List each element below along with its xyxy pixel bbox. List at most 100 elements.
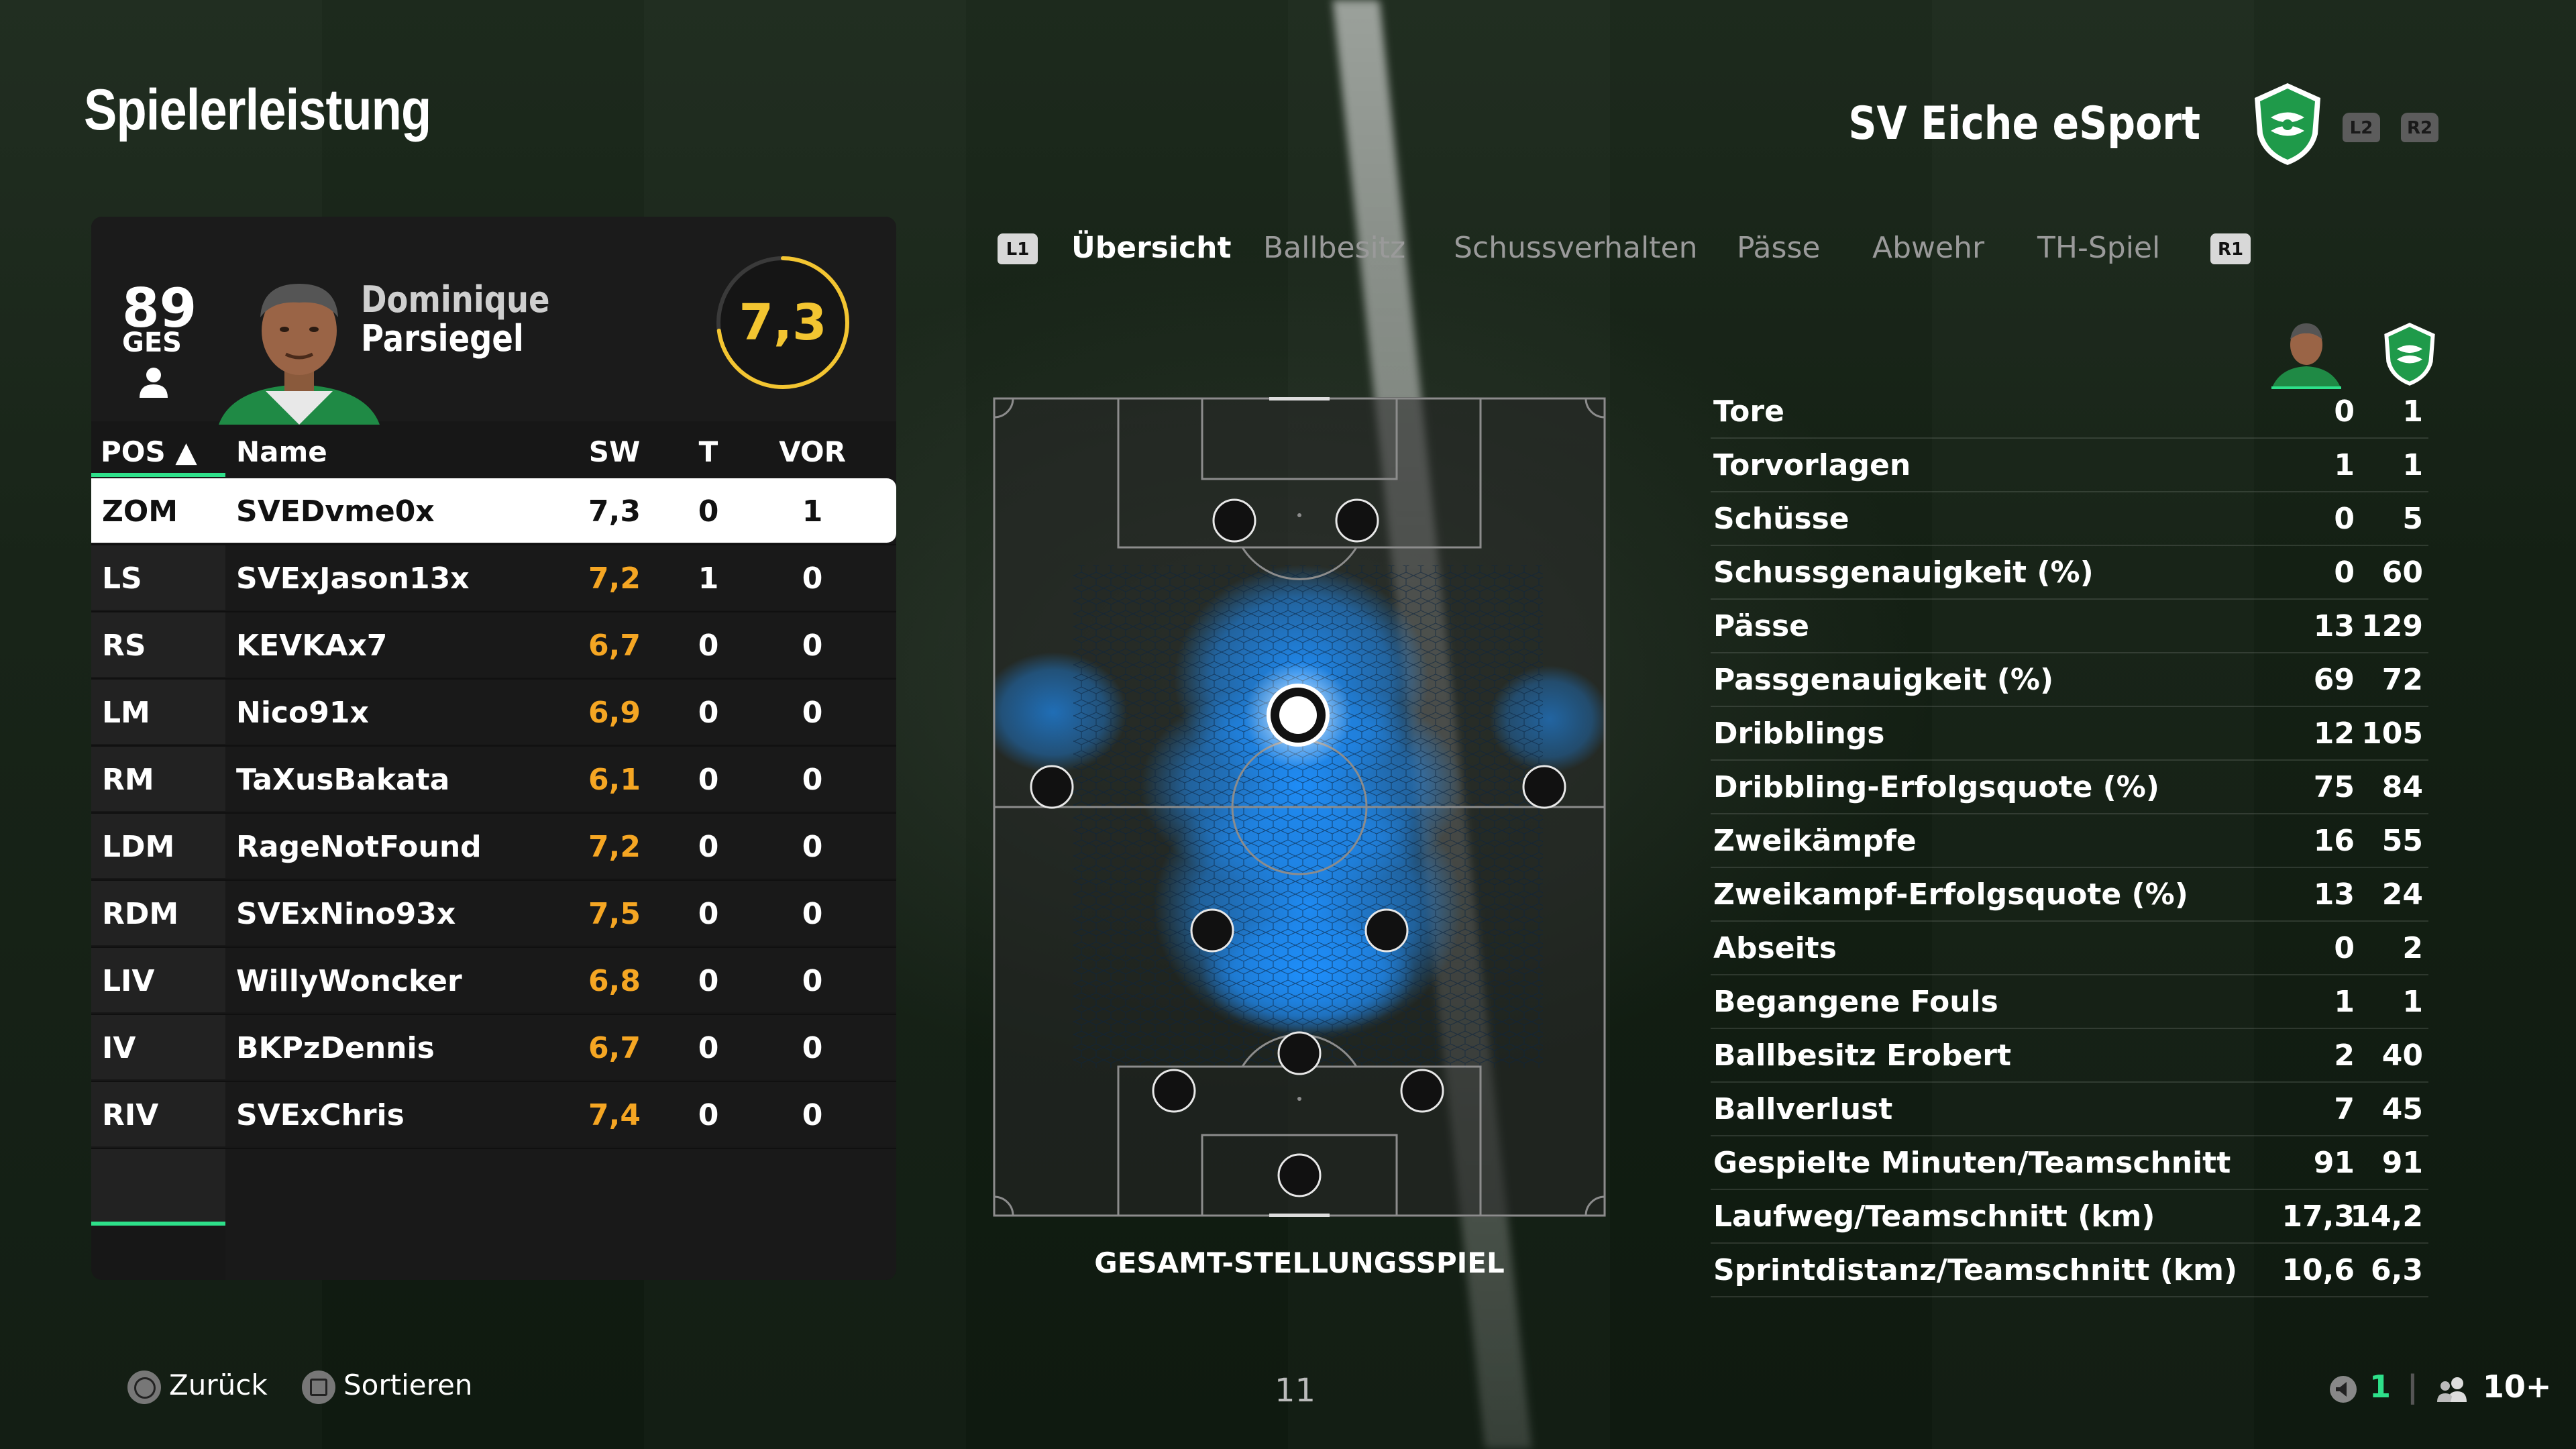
cell-name: SVExNino93x: [236, 897, 456, 931]
stat-team-value: 60: [2381, 555, 2423, 590]
back-control[interactable]: Zurück: [127, 1368, 268, 1404]
stat-row: Laufweg/Teamschnitt (km) 17,3 14,2: [1711, 1190, 2428, 1244]
position-marker: [1364, 908, 1409, 953]
stat-label: Schüsse: [1713, 502, 1849, 536]
r2-trigger-button[interactable]: R2: [2401, 113, 2438, 142]
stat-team-value: 1: [2402, 448, 2423, 482]
cell-vor: 0: [802, 1098, 823, 1132]
table-header: POS ▲ Name SW T VOR: [91, 425, 896, 477]
table-row[interactable]: RM TaXusBakata 6,1 0 0: [91, 747, 896, 814]
stat-row: Gespielte Minuten/Teamschnitt 91 91: [1711, 1136, 2428, 1190]
stat-player-value: 0: [2334, 931, 2355, 965]
cell-t: 0: [698, 629, 719, 663]
team-name: SV Eiche eSport: [1848, 97, 2200, 150]
heatmap-caption: GESAMT-STELLUNGSSPIEL: [1094, 1246, 1505, 1279]
table-row[interactable]: RIV SVExChris 7,4 0 0: [91, 1082, 896, 1149]
player-rating: 7,3: [739, 294, 827, 352]
player-panel: 89 GES Dominique Parsiegel 7,3 POS ▲ Nam…: [91, 217, 896, 1280]
column-sw-header[interactable]: SW: [574, 435, 655, 468]
l2-trigger-button[interactable]: L2: [2343, 113, 2380, 142]
table-row[interactable]: LDM RageNotFound 7,2 0 0: [91, 814, 896, 881]
stat-team-value: 2: [2402, 931, 2423, 965]
cell-pos: RDM: [102, 897, 179, 931]
table-row[interactable]: RDM SVExNino93x 7,5 0 0: [91, 881, 896, 948]
cell-t: 0: [698, 830, 719, 864]
stat-label: Ballbesitz Erobert: [1713, 1038, 2012, 1073]
tab-paesse[interactable]: Pässe: [1737, 231, 1820, 265]
table-row[interactable]: IV BKPzDennis 6,7 0 0: [91, 1015, 896, 1082]
voice-chat-icon: [2330, 1375, 2357, 1403]
square-button-icon: [302, 1370, 335, 1404]
tab-th-spiel[interactable]: TH-Spiel: [2037, 231, 2160, 265]
person-icon: [140, 368, 168, 398]
cell-name: KEVKAx7: [236, 629, 388, 663]
cell-t: 0: [698, 1031, 719, 1065]
stat-team-value: 5: [2402, 502, 2423, 536]
stat-player-value: 91: [2313, 1146, 2355, 1180]
cell-pos: RIV: [102, 1098, 159, 1132]
player-table: ZOM SVEDvme0x 7,3 0 1 LS SVExJason13x 7,2 1 0 RS KE…: [91, 478, 896, 1216]
stat-player-value: 69: [2313, 663, 2355, 697]
column-vor-header[interactable]: VOR: [775, 435, 849, 468]
position-marker: [1277, 1153, 1322, 1197]
cell-t: 0: [698, 696, 719, 730]
stat-row: Passgenauigkeit (%) 69 72: [1711, 653, 2428, 707]
table-row[interactable]: LM Nico91x 6,9 0 0: [91, 680, 896, 747]
tab-schussverhalten[interactable]: Schussverhalten: [1454, 231, 1697, 265]
table-row[interactable]: LS SVExJason13x 7,2 1 0: [91, 545, 896, 612]
cell-pos: LIV: [102, 964, 155, 998]
table-row[interactable]: ZOM SVEDvme0x 7,3 0 1: [91, 478, 896, 545]
stat-team-value: 55: [2381, 824, 2423, 858]
stat-row: Dribblings 12 105: [1711, 707, 2428, 761]
position-marker: [1212, 498, 1256, 543]
cell-pos: LS: [102, 561, 142, 596]
cell-sw: 6,8: [588, 964, 641, 998]
cell-name: BKPzDennis: [236, 1031, 435, 1065]
team-crest-small-icon: [2384, 323, 2435, 386]
stat-row: Tore 0 1: [1711, 385, 2428, 439]
cell-name: TaXusBakata: [236, 763, 450, 797]
stat-team-value: 45: [2381, 1092, 2423, 1126]
stat-team-value: 91: [2381, 1146, 2423, 1180]
stat-team-value: 84: [2381, 770, 2423, 804]
stat-row: Torvorlagen 1 1: [1711, 439, 2428, 492]
sort-control[interactable]: Sortieren: [302, 1368, 472, 1404]
column-t-header[interactable]: T: [682, 435, 735, 468]
r1-button[interactable]: R1: [2210, 233, 2251, 264]
cell-vor: 0: [802, 1031, 823, 1065]
cell-vor: 0: [802, 763, 823, 797]
cell-name: SVExChris: [236, 1098, 405, 1132]
party-icon: [2436, 1377, 2467, 1402]
cell-t: 0: [698, 897, 719, 931]
cell-sw: 7,2: [588, 561, 641, 596]
position-heatmap: [993, 397, 1606, 1217]
stat-team-value: 24: [2381, 877, 2423, 912]
table-row[interactable]: RS KEVKAx7 6,7 0 0: [91, 612, 896, 680]
stat-player-value: 13: [2313, 877, 2355, 912]
column-name-header[interactable]: Name: [236, 435, 327, 468]
stat-team-value: 105: [2361, 716, 2423, 751]
page-number: 11: [1275, 1372, 1316, 1409]
cell-pos: LDM: [102, 830, 175, 864]
stat-team-value: 129: [2361, 609, 2423, 643]
cell-pos: RM: [102, 763, 154, 797]
stat-label: Passgenauigkeit (%): [1713, 663, 2054, 697]
tab-uebersicht[interactable]: Übersicht: [1071, 231, 1231, 265]
cell-vor: 0: [802, 629, 823, 663]
table-bottom-bar: [91, 1222, 225, 1226]
tab-ballbesitz[interactable]: Ballbesitz: [1263, 231, 1405, 265]
table-row[interactable]: LIV WillyWoncker 6,8 0 0: [91, 948, 896, 1015]
stat-team-value: 6,3: [2371, 1253, 2423, 1287]
column-pos-header[interactable]: POS ▲: [101, 435, 197, 468]
stat-player-value: 0: [2334, 394, 2355, 429]
stat-row: Zweikampf-Erfolgsquote (%) 13 24: [1711, 868, 2428, 922]
cell-t: 0: [698, 1098, 719, 1132]
voice-count: 1: [2369, 1368, 2392, 1405]
player-card: 89 GES Dominique Parsiegel 7,3: [91, 217, 896, 425]
stat-row: Ballverlust 7 45: [1711, 1083, 2428, 1136]
cell-vor: 0: [802, 561, 823, 596]
tab-abwehr[interactable]: Abwehr: [1872, 231, 1984, 265]
cell-t: 0: [698, 964, 719, 998]
stat-player-value: 0: [2334, 502, 2355, 536]
l1-button[interactable]: L1: [998, 233, 1038, 264]
